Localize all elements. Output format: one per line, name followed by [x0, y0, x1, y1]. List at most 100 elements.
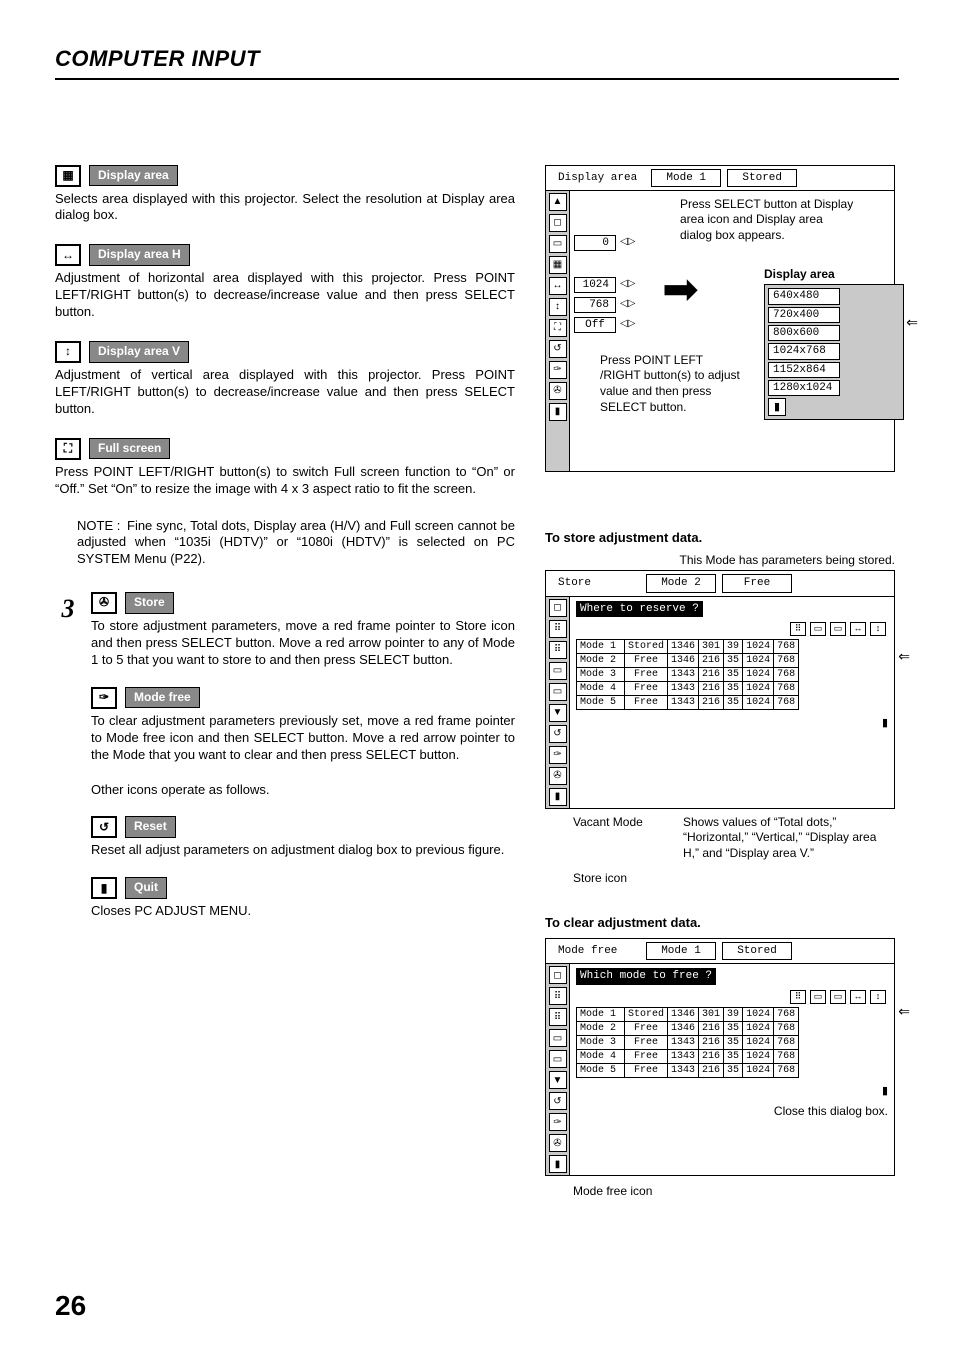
side-quit-icon[interactable]: ▮: [549, 1155, 567, 1173]
reset-label: Reset: [125, 816, 176, 838]
res-item[interactable]: 1280x1024: [768, 380, 840, 396]
side-icon-f[interactable]: ⛶: [549, 319, 567, 337]
store-label: Store: [125, 592, 174, 614]
table-row[interactable]: Mode 4Free1343216351024768: [577, 681, 799, 695]
store-table: Mode 1Stored1346301391024768 Mode 2Free1…: [576, 639, 799, 710]
side-icon-d[interactable]: ↔: [549, 277, 567, 295]
head-icon: ↕: [870, 622, 886, 636]
head-icon: ▭: [830, 990, 846, 1004]
res-item[interactable]: 800x600: [768, 325, 840, 341]
side-store-icon[interactable]: ✇: [549, 382, 567, 400]
head-icon: ↔: [850, 990, 866, 1004]
store-panel: Store Mode 2 Free ◻ ⠿ ⠿ ▭ ▭ ▼ ↺ ✑ ✇ ▮: [545, 570, 895, 887]
side-quit-icon[interactable]: ▮: [549, 788, 567, 806]
pointer-arrow-icon: ⇐: [898, 647, 910, 665]
da-val-0: 0: [574, 235, 616, 251]
side-icon[interactable]: ⠿: [549, 620, 567, 638]
side-icon-b[interactable]: ▭: [549, 235, 567, 253]
full-screen-icon: ⛶: [55, 438, 81, 460]
side-modefree-icon[interactable]: ✑: [549, 746, 567, 764]
table-row[interactable]: Mode 1Stored1346301391024768: [577, 1007, 799, 1021]
side-icon-c[interactable]: ▦: [549, 256, 567, 274]
table-row[interactable]: Mode 4Free1343216351024768: [577, 1049, 799, 1063]
display-area-icon: ▦: [55, 165, 81, 187]
clear-panel: Mode free Mode 1 Stored ◻ ⠿ ⠿ ▭ ▭ ▼ ↺ ✑ …: [545, 938, 895, 1200]
left-column: ▦ Display area Selects area displayed wi…: [55, 165, 515, 1228]
res-title: Display area: [764, 267, 904, 283]
side-down-icon[interactable]: ▼: [549, 1071, 567, 1089]
clear-title-status: Stored: [722, 942, 792, 960]
side-reset-icon[interactable]: ↺: [549, 340, 567, 358]
lr-arrows-icon[interactable]: ◁▷: [620, 236, 635, 249]
clear-titlebar: Mode free Mode 1 Stored: [545, 938, 895, 964]
side-modefree-icon[interactable]: ✑: [549, 1113, 567, 1131]
store-heading: To store adjustment data.: [545, 530, 895, 547]
side-icon[interactable]: ▭: [549, 1029, 567, 1047]
store-titlebar: Store Mode 2 Free: [545, 570, 895, 596]
pointer-arrow-icon: ⇐: [898, 1002, 910, 1020]
head-icon: ▭: [810, 622, 826, 636]
page-number: 26: [55, 1288, 899, 1324]
store-annot-top: This Mode has parameters being stored.: [545, 553, 895, 569]
quit-icon[interactable]: ▮: [882, 716, 888, 730]
side-quit-icon[interactable]: ▮: [549, 403, 567, 421]
panel1-status: Stored: [727, 169, 797, 187]
display-area-h-label: Display area H: [89, 244, 190, 266]
side-icon[interactable]: ◻: [549, 966, 567, 984]
side-reset-icon[interactable]: ↺: [549, 725, 567, 743]
head-icon: ▭: [830, 622, 846, 636]
quit-icon[interactable]: ▮: [882, 1084, 888, 1098]
table-row[interactable]: Mode 2Free1346216351024768: [577, 653, 799, 667]
side-icon[interactable]: ⠿: [549, 641, 567, 659]
res-item[interactable]: 1024x768: [768, 343, 840, 359]
side-icon[interactable]: ▭: [549, 683, 567, 701]
res-item[interactable]: 1152x864: [768, 362, 840, 378]
quit-icon: ▮: [91, 877, 117, 899]
head-icon: ↕: [870, 990, 886, 1004]
side-down-icon[interactable]: ▼: [549, 704, 567, 722]
reset-icon: ↺: [91, 816, 117, 838]
side-icon[interactable]: ⠿: [549, 987, 567, 1005]
full-screen-label: Full screen: [89, 438, 170, 460]
display-area-h-desc: Adjustment of horizontal area displayed …: [55, 270, 515, 321]
note-label: NOTE :: [77, 518, 127, 535]
display-area-desc: Selects area displayed with this project…: [55, 191, 515, 225]
callout-bottom: Press POINT LEFT /RIGHT button(s) to adj…: [600, 353, 740, 415]
res-quit-icon[interactable]: ▮: [768, 398, 786, 416]
store-title-mode: Mode 2: [646, 574, 716, 592]
table-row[interactable]: Mode 5Free1343216351024768: [577, 695, 799, 709]
lr-arrows-icon[interactable]: ◁▷: [620, 298, 635, 311]
resolution-list: Display area 640x480 720x400 800x600 102…: [764, 267, 904, 420]
side-reset-icon[interactable]: ↺: [549, 1092, 567, 1110]
full-screen-desc: Press POINT LEFT/RIGHT button(s) to swit…: [55, 464, 515, 498]
side-icon[interactable]: ▭: [549, 662, 567, 680]
step-3: 3: [55, 592, 81, 626]
side-store-icon[interactable]: ✇: [549, 1134, 567, 1152]
lr-arrows-icon[interactable]: ◁▷: [620, 318, 635, 331]
lr-arrows-icon[interactable]: ◁▷: [620, 278, 635, 291]
res-item[interactable]: 640x480: [768, 288, 840, 304]
other-text: Other icons operate as follows.: [91, 782, 515, 799]
side-up-icon[interactable]: ▲: [549, 193, 567, 211]
store-side-icons: ◻ ⠿ ⠿ ▭ ▭ ▼ ↺ ✑ ✇ ▮: [546, 597, 570, 808]
side-icon-a[interactable]: ◻: [549, 214, 567, 232]
side-icon[interactable]: ◻: [549, 599, 567, 617]
da-val-full: Off: [574, 317, 616, 333]
table-row[interactable]: Mode 3Free1343216351024768: [577, 667, 799, 681]
side-icon-e[interactable]: ↕: [549, 298, 567, 316]
side-store-icon[interactable]: ✇: [549, 767, 567, 785]
table-row[interactable]: Mode 2Free1346216351024768: [577, 1021, 799, 1035]
res-item[interactable]: 720x400: [768, 307, 840, 323]
note-block: NOTE :Fine sync, Total dots, Display are…: [55, 518, 515, 569]
big-arrow-icon: ➡: [662, 261, 699, 318]
quit-label: Quit: [125, 877, 167, 899]
side-icon[interactable]: ⠿: [549, 1008, 567, 1026]
table-row[interactable]: Mode 3Free1343216351024768: [577, 1035, 799, 1049]
table-row[interactable]: Mode 5Free1343216351024768: [577, 1063, 799, 1077]
side-icon[interactable]: ▭: [549, 1050, 567, 1068]
table-row[interactable]: Mode 1Stored1346301391024768: [577, 639, 799, 653]
da-val-h: 1024: [574, 277, 616, 293]
head-icon: ↔: [850, 622, 866, 636]
side-modefree-icon[interactable]: ✑: [549, 361, 567, 379]
display-area-label: Display area: [89, 165, 178, 187]
